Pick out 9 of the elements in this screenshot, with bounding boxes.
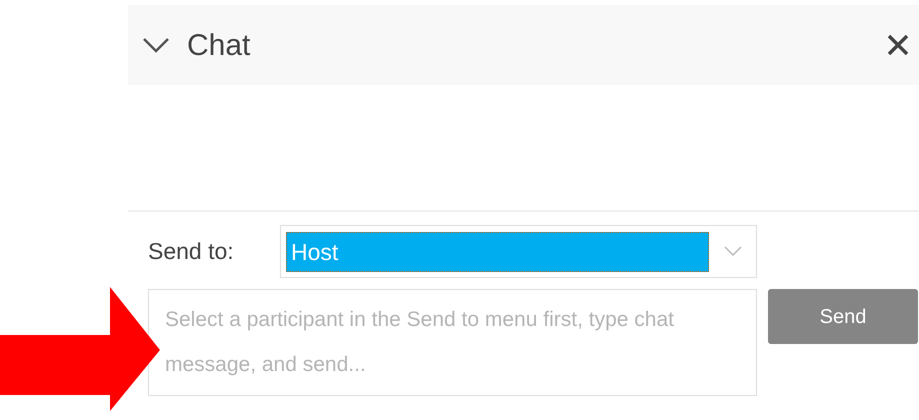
caret-icon (724, 246, 742, 257)
selected-recipient: Host (286, 232, 709, 272)
send-to-label: Send to: (148, 237, 235, 266)
panel-title: Chat (187, 28, 250, 64)
message-field[interactable]: Select a participant in the Send to menu first, type chat message, and send... (148, 289, 757, 396)
recipient-dropdown[interactable]: Host (280, 225, 757, 278)
send-button[interactable]: Send (768, 289, 918, 344)
chevron-icon[interactable] (142, 36, 170, 54)
close-icon[interactable] (887, 34, 909, 56)
